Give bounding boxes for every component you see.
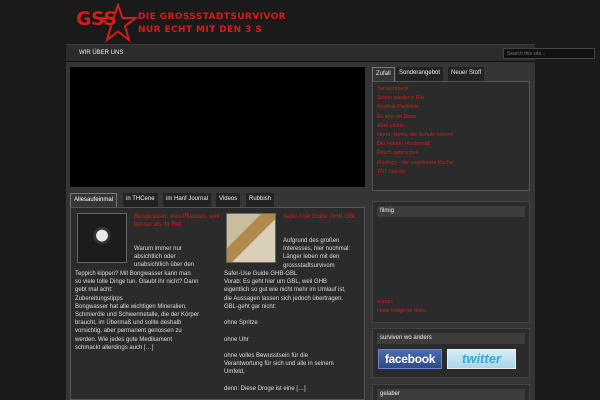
post-thumbnail[interactable] bbox=[77, 213, 127, 263]
sidebar-post-link[interactable]: Tarnschmuck bbox=[377, 85, 525, 94]
sidebar-post-link[interactable]: Es lebt die Dose bbox=[377, 113, 525, 122]
post-excerpt: Teppich kippen? Mit Bongwasser kann man … bbox=[75, 271, 200, 351]
random-posts-list: Tarnschmuck Schon wieder n Rib Festival-… bbox=[372, 81, 530, 191]
tab-zufall[interactable]: Zufall bbox=[372, 67, 395, 81]
sidebar-post-link[interactable]: Festival-Packliste bbox=[377, 103, 525, 112]
post-excerpt-intro: Warum immer nur absichtlich oder unabsic… bbox=[134, 246, 195, 269]
tab-im-hanf-journal[interactable]: im Hanf Journal bbox=[163, 193, 212, 207]
widget-filmig: filmig hurmic Hans Ridge'ne Suko bbox=[372, 201, 530, 323]
nav-item-wir-ueber-uns[interactable]: WIR ÜBER UNS bbox=[79, 50, 123, 56]
sidebar-post-link[interactable]: TNT can do bbox=[377, 168, 525, 177]
post-title[interactable]: Bongwasser, was Pflanzen, weil besser al… bbox=[134, 213, 224, 229]
post-excerpt: Safer-Use Guide GHB-GBL Vorab: Es geht h… bbox=[224, 271, 346, 392]
sidebar-post-link[interactable]: Aber sicher… bbox=[377, 122, 525, 131]
post-title[interactable]: Safer-Use Guide GHB-GBL bbox=[283, 213, 361, 221]
widget-title: filmig bbox=[377, 206, 525, 217]
video-player[interactable] bbox=[70, 67, 365, 187]
tab-videos[interactable]: Videos bbox=[216, 193, 241, 207]
sidebar-post-link[interactable]: Fixology - die ungeheure Küche bbox=[377, 159, 525, 168]
widget-video-link[interactable]: Hans Ridge'ne Suko bbox=[377, 307, 426, 316]
sidebar-post-link[interactable]: Hurra, Hurra, die Schule brennt! bbox=[377, 131, 525, 140]
search-input[interactable] bbox=[503, 48, 595, 59]
tab-neuer-stoff[interactable]: Neuer Stoff bbox=[448, 67, 485, 81]
site-tagline-line2: NUR ECHT MIT DEN 3 S bbox=[138, 25, 263, 35]
tab-allesaufeinmal[interactable]: Allesaufeinmal bbox=[70, 193, 118, 207]
tab-in-thcene[interactable]: in THCene bbox=[123, 193, 158, 207]
sidebar-post-link[interactable]: Frisch gebrochen bbox=[377, 149, 525, 158]
twitter-button[interactable]: twitter bbox=[447, 349, 516, 369]
widget-title: surviven wo anders bbox=[377, 333, 525, 344]
site-header: GSS DIE GROSSSTADTSURVIVOR NUR ECHT MIT … bbox=[0, 0, 600, 44]
widget-gelaber: gelaber bbox=[372, 384, 530, 400]
sidebar-post-link[interactable]: Der Häuter Hustensaft bbox=[377, 140, 525, 149]
tab-rubbish[interactable]: Rubbish bbox=[246, 193, 275, 207]
widget-title: gelaber bbox=[377, 389, 525, 400]
tab-sonderangebot[interactable]: Sonderangebot bbox=[396, 67, 444, 81]
widget-caption: hurmic bbox=[377, 299, 394, 305]
sidebar-post-link[interactable]: Schon wieder n Rib bbox=[377, 94, 525, 103]
post-thumbnail[interactable] bbox=[226, 213, 276, 263]
facebook-button[interactable]: facebook bbox=[378, 349, 442, 369]
main-navigation: WIR ÜBER UNS bbox=[66, 44, 595, 62]
site-tagline-line1: DIE GROSSSTADTSURVIVOR bbox=[138, 12, 286, 22]
post-excerpt-intro: Aufgrund des großen Interesses, hier noc… bbox=[283, 238, 351, 269]
star-icon bbox=[98, 3, 138, 43]
